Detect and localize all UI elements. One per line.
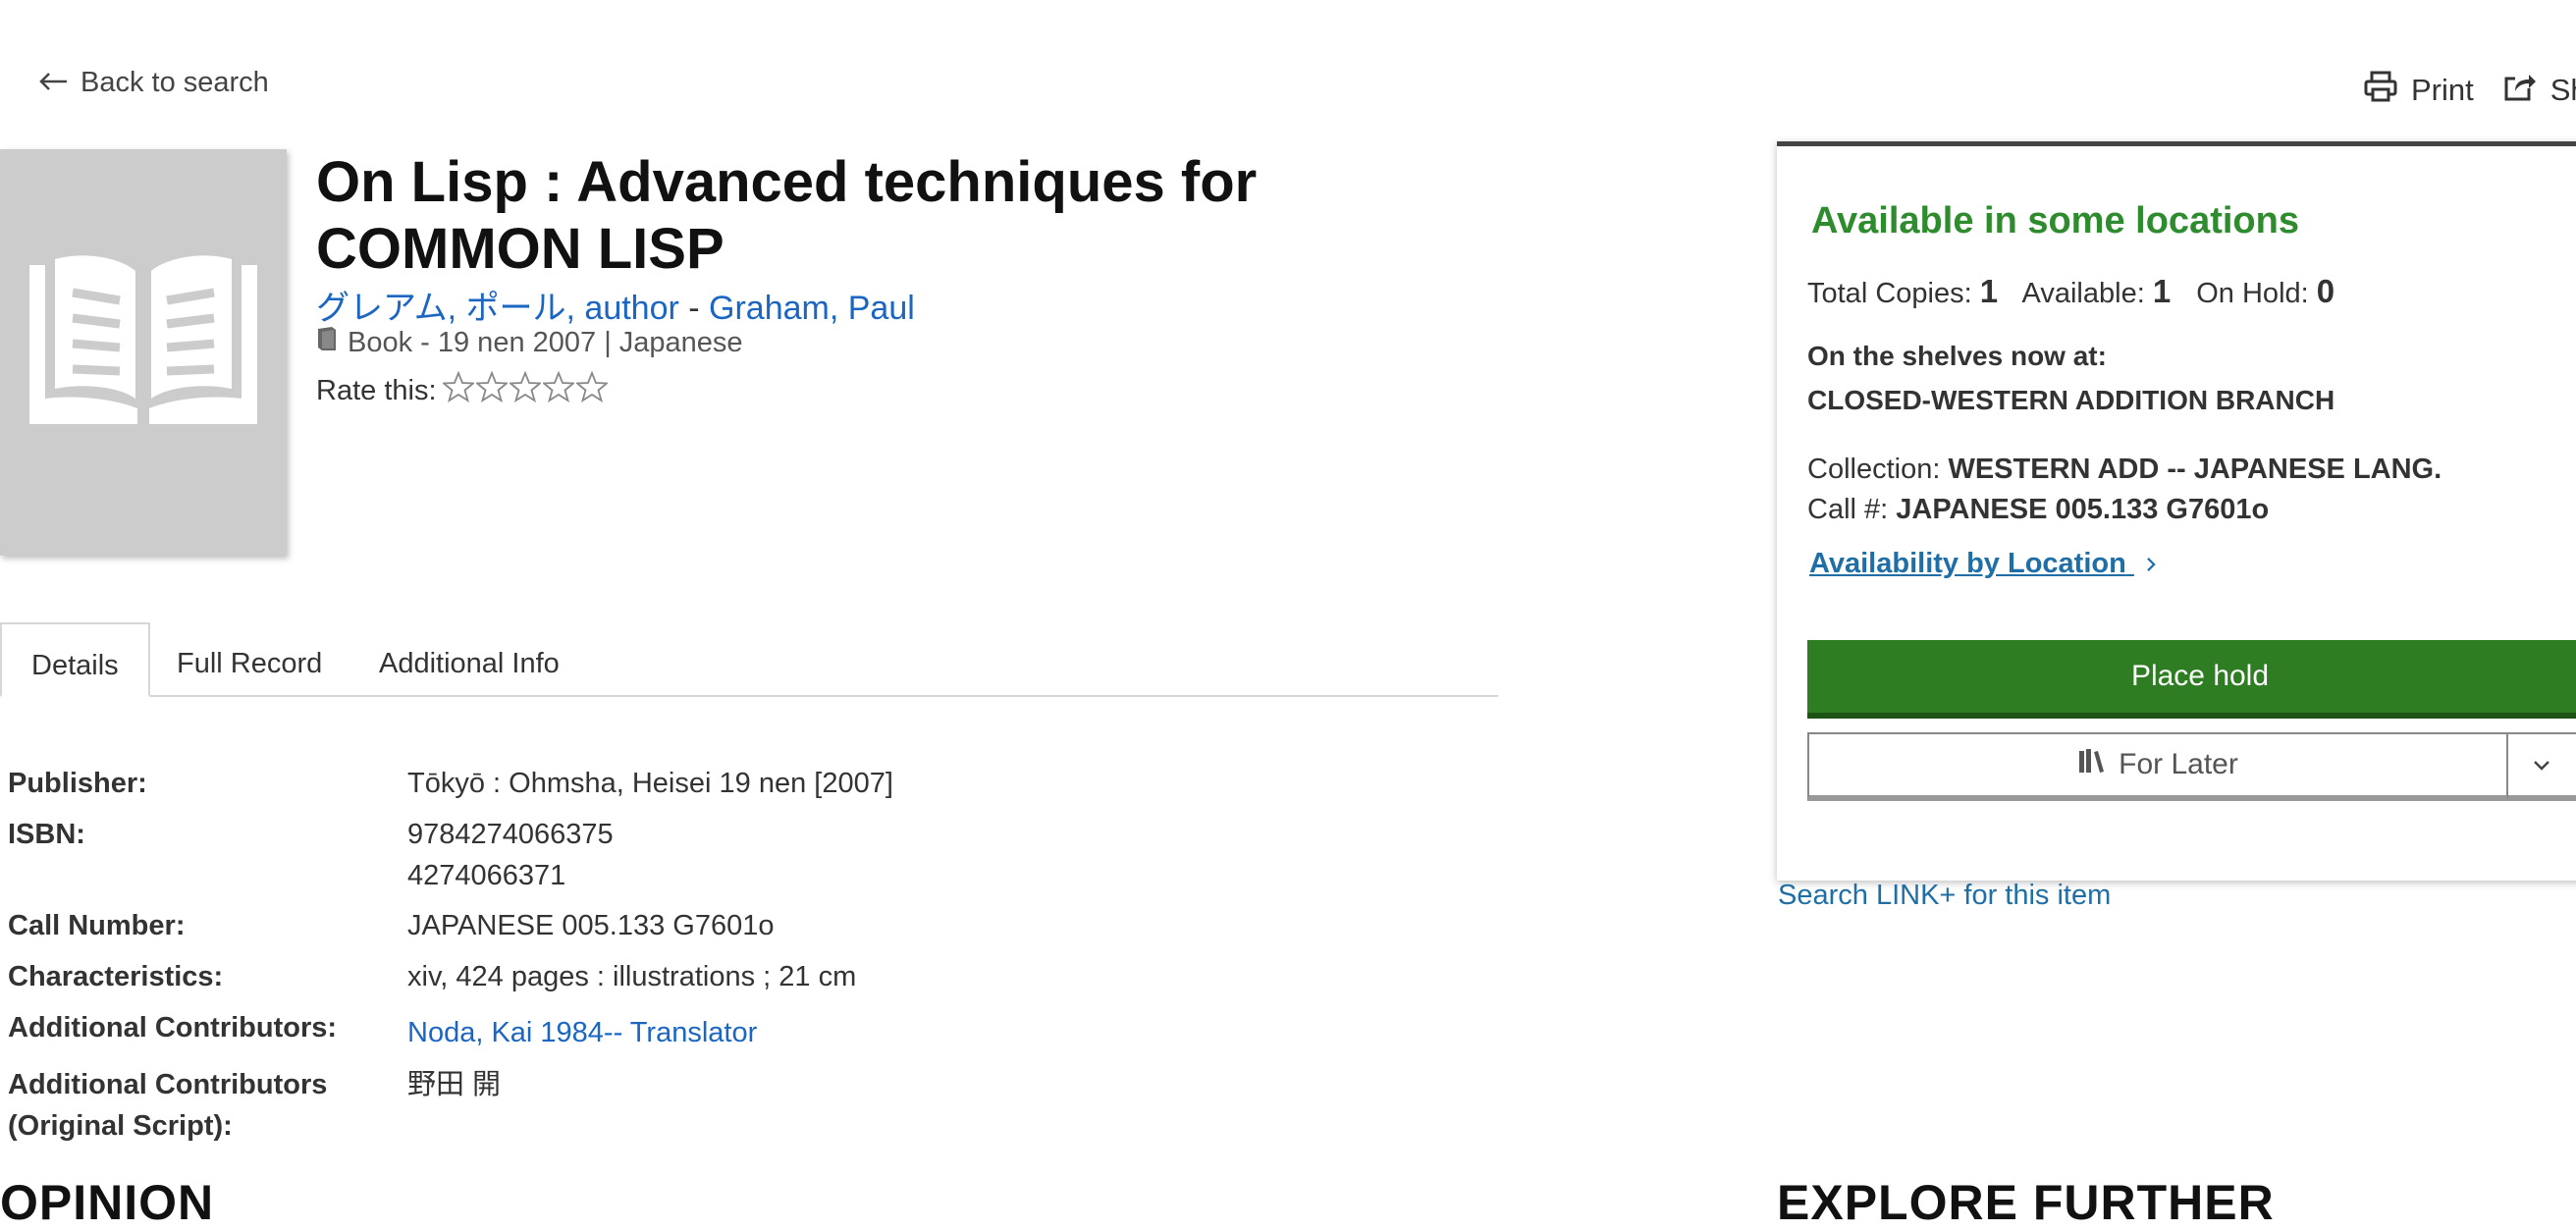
explore-further-heading: EXPLORE FURTHER bbox=[1777, 1175, 2275, 1230]
for-later-button[interactable]: For Later bbox=[1807, 732, 2508, 801]
on-shelves-location: CLOSED-WESTERN ADDITION BRANCH bbox=[1807, 385, 2335, 415]
call-hash-value: JAPANESE 005.133 G7601o bbox=[1896, 494, 2270, 525]
back-to-search-link[interactable]: Back to search bbox=[39, 67, 269, 99]
characteristics-value: xiv, 424 pages : illustrations ; 21 cm bbox=[407, 961, 857, 992]
record-tabs: Details Full Record Additional Info bbox=[0, 622, 1498, 697]
star-outline-icon[interactable] bbox=[474, 370, 509, 410]
call-number-value: JAPANESE 005.133 G7601o bbox=[407, 910, 775, 941]
call-hash-label: Call #: bbox=[1807, 494, 1889, 525]
record-actions: Print Sha bbox=[2364, 71, 2576, 110]
on-hold-value: 0 bbox=[2316, 273, 2335, 309]
author-link-secondary[interactable]: Graham, Paul bbox=[709, 290, 915, 327]
total-copies-label: Total Copies: bbox=[1807, 278, 1972, 309]
contributors-label: Additional Contributors: bbox=[8, 1012, 338, 1044]
tab-additional-info[interactable]: Additional Info bbox=[349, 622, 589, 695]
collection-value: WESTERN ADD -- JAPANESE LANG. bbox=[1948, 454, 2442, 485]
for-later-dropdown-toggle[interactable] bbox=[2508, 732, 2576, 801]
tab-full-record[interactable]: Full Record bbox=[147, 622, 351, 695]
isbn-value-1: 9784274066375 bbox=[407, 819, 614, 850]
copy-counts: Total Copies: 1 Available: 1 On Hold: 0 bbox=[1807, 273, 2352, 310]
available-label: Available: bbox=[2021, 278, 2145, 309]
contributors-original-value: 野田 開 bbox=[407, 1069, 502, 1100]
for-later-label: For Later bbox=[2119, 748, 2238, 780]
characteristics-label: Characteristics: bbox=[8, 961, 224, 992]
contributors-original-label-1: Additional Contributors bbox=[8, 1069, 328, 1100]
isbn-label: ISBN: bbox=[8, 819, 85, 850]
star-outline-icon[interactable] bbox=[508, 370, 542, 410]
star-outline-icon[interactable] bbox=[441, 370, 475, 410]
publisher-label: Publisher: bbox=[8, 768, 147, 799]
share-button[interactable]: Sha bbox=[2503, 71, 2576, 110]
record-authors: グレアム, ポール, author - Graham, Paul bbox=[316, 281, 915, 329]
share-icon bbox=[2503, 71, 2537, 110]
chevron-right-icon bbox=[2146, 548, 2157, 580]
record-title: On Lisp : Advanced techniques for COMMON… bbox=[316, 150, 1258, 281]
collection-label: Collection: bbox=[1807, 454, 1941, 485]
availability-by-location-label: Availability by Location bbox=[1809, 548, 2126, 579]
shelf-icon bbox=[2077, 747, 2107, 782]
place-hold-button[interactable]: Place hold bbox=[1807, 640, 2576, 719]
book-cover bbox=[0, 149, 287, 556]
author-link-primary[interactable]: グレアム, ポール, author bbox=[316, 290, 679, 327]
call-number-line: Call #: JAPANESE 005.133 G7601o bbox=[1807, 494, 2269, 526]
book-format-icon bbox=[316, 326, 338, 359]
rating-widget: Rate this: bbox=[316, 370, 609, 410]
call-number-label: Call Number: bbox=[8, 910, 186, 941]
print-label: Print bbox=[2411, 73, 2474, 107]
printer-icon bbox=[2364, 71, 2397, 110]
on-shelves-label: On the shelves now at: bbox=[1807, 341, 2107, 371]
rate-label: Rate this: bbox=[316, 374, 437, 406]
format-line: Book - 19 nen 2007 | Japanese bbox=[316, 326, 743, 359]
available-value: 1 bbox=[2152, 273, 2172, 309]
publisher-value: Tōkyō : Ohmsha, Heisei 19 nen [2007] bbox=[407, 768, 893, 799]
contributor-link[interactable]: Noda, Kai 1984-- Translator bbox=[407, 1013, 757, 1053]
collection-line: Collection: WESTERN ADD -- JAPANESE LANG… bbox=[1807, 454, 2442, 486]
author-separator: - bbox=[678, 290, 710, 327]
availability-by-location-link[interactable]: Availability by Location bbox=[1809, 548, 2157, 580]
back-to-search-label: Back to search bbox=[80, 67, 269, 98]
total-copies-value: 1 bbox=[1979, 273, 1999, 309]
star-outline-icon[interactable] bbox=[541, 370, 575, 410]
contributors-original-label-2: (Original Script): bbox=[8, 1110, 233, 1142]
print-button[interactable]: Print bbox=[2364, 71, 2474, 110]
availability-status: Available in some locations bbox=[1811, 200, 2299, 241]
format-text: Book - 19 nen 2007 | Japanese bbox=[348, 326, 743, 358]
arrow-left-icon bbox=[39, 67, 69, 99]
tab-details[interactable]: Details bbox=[0, 622, 150, 697]
search-linkplus-link[interactable]: Search LINK+ for this item bbox=[1778, 880, 2111, 912]
isbn-value-2: 4274066371 bbox=[407, 860, 566, 891]
share-label: Sha bbox=[2549, 73, 2576, 107]
opinion-heading: OPINION bbox=[0, 1175, 215, 1230]
on-hold-label: On Hold: bbox=[2196, 278, 2309, 309]
star-outline-icon[interactable] bbox=[574, 370, 609, 410]
